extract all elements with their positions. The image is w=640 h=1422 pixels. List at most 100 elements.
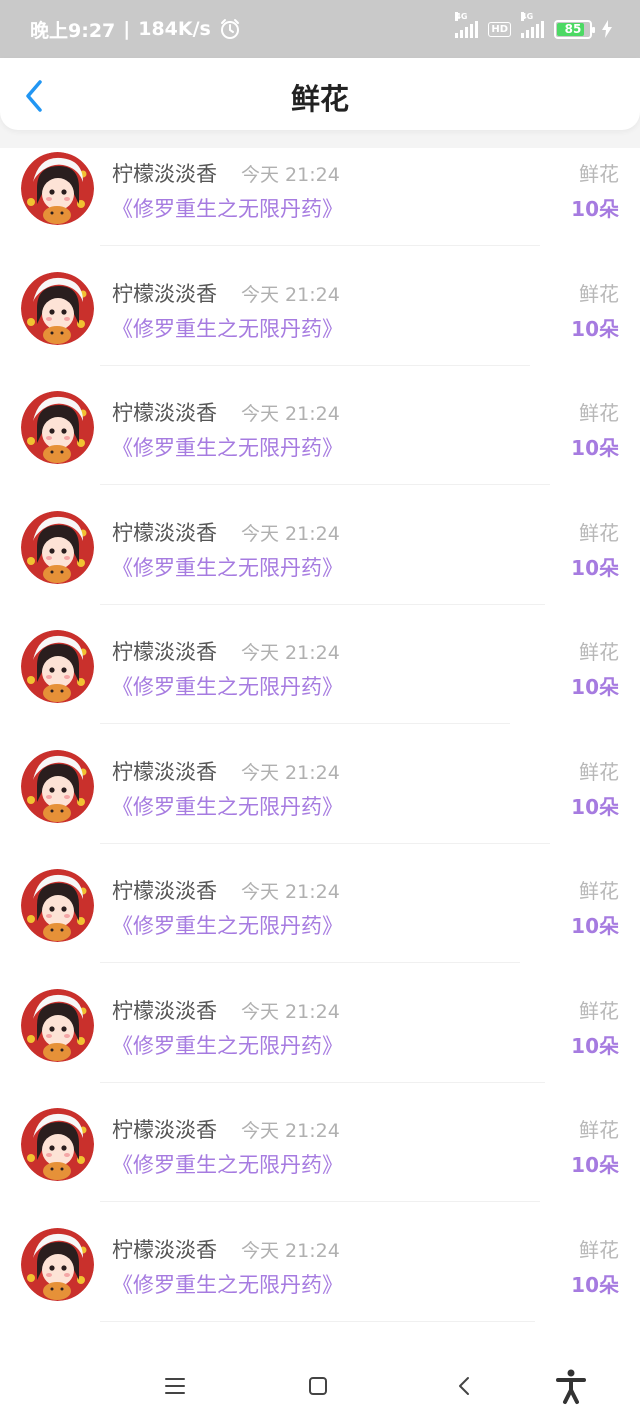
gift-list-item[interactable]: 柠檬淡淡香 今天 21:24 《修罗重生之无限丹药》 鲜花 10朵	[0, 1224, 640, 1344]
sender-name: 柠檬淡淡香	[112, 759, 217, 784]
avatar[interactable]	[21, 630, 94, 703]
avatar-image	[21, 510, 94, 584]
book-title-link[interactable]: 《修罗重生之无限丹药》	[112, 193, 343, 223]
sim2-label: 4G	[521, 12, 534, 21]
divider	[100, 245, 540, 246]
timestamp: 今天 21:24	[241, 1000, 340, 1023]
sender-name: 柠檬淡淡香	[112, 401, 217, 425]
signal-icon-2: 4G	[521, 12, 544, 38]
book-title-link[interactable]: 《修罗重生之无限丹药》	[112, 1030, 343, 1060]
avatar[interactable]	[21, 749, 94, 823]
timestamp: 今天 21:24	[241, 1239, 340, 1262]
menu-icon	[165, 1378, 185, 1394]
gift-type: 鲜花	[579, 162, 619, 186]
avatar-image	[21, 630, 94, 703]
divider	[100, 1081, 545, 1083]
gift-list-item[interactable]: 柠檬淡淡香 今天 21:24 《修罗重生之无限丹药》 鲜花 10朵	[0, 746, 640, 866]
battery-level: 85	[564, 22, 582, 36]
sender-name: 柠檬淡淡香	[112, 879, 217, 903]
system-nav-bar	[0, 1352, 640, 1422]
app-header: 鲜花	[0, 58, 640, 130]
gift-type: 鲜花	[579, 1237, 619, 1262]
back-icon	[459, 1377, 469, 1395]
book-title-link[interactable]: 《修罗重生之无限丹药》	[112, 910, 343, 940]
hd-icon: HD	[488, 21, 511, 37]
avatar-image	[21, 271, 94, 345]
gift-type: 鲜花	[579, 759, 619, 784]
timestamp: 今天 21:24	[241, 881, 340, 903]
home-square-icon	[309, 1377, 327, 1395]
avatar[interactable]	[21, 869, 94, 942]
status-right: 4G HD 4G 85	[455, 12, 612, 39]
gift-list-item[interactable]: 柠檬淡淡香 今天 21:24 《修罗重生之无限丹药》 鲜花 10朵	[0, 985, 640, 1105]
signal-icon: 4G	[455, 12, 479, 38]
gift-count: 10朵	[571, 1153, 619, 1177]
charging-icon	[602, 20, 612, 38]
home-button[interactable]	[298, 1366, 338, 1406]
avatar[interactable]	[21, 271, 94, 345]
gift-list: 柠檬淡淡香 今天 21:24 《修罗重生之无限丹药》 鲜花 10朵 柠檬淡淡香 …	[0, 148, 640, 1343]
gift-list-item[interactable]: 柠檬淡淡香 今天 21:24 《修罗重生之无限丹药》 鲜花 10朵	[0, 268, 640, 388]
book-title-link[interactable]: 《修罗重生之无限丹药》	[112, 313, 343, 343]
gift-count: 10朵	[571, 316, 619, 341]
book-title-link[interactable]: 《修罗重生之无限丹药》	[112, 1269, 343, 1299]
book-title-link[interactable]: 《修罗重生之无限丹药》	[112, 791, 343, 821]
sender-name: 柠檬淡淡香	[112, 1237, 217, 1262]
gift-list-item[interactable]: 柠檬淡淡香 今天 21:24 《修罗重生之无限丹药》 鲜花 10朵	[0, 1104, 640, 1224]
divider	[100, 723, 510, 724]
avatar[interactable]	[21, 391, 94, 464]
battery-icon: 85	[554, 19, 595, 39]
avatar[interactable]	[21, 1108, 94, 1181]
book-title-link[interactable]: 《修罗重生之无限丹药》	[112, 671, 343, 701]
gift-type: 鲜花	[579, 401, 619, 425]
sender-name: 柠檬淡淡香	[112, 640, 217, 664]
gift-type: 鲜花	[579, 281, 619, 306]
divider	[100, 1201, 540, 1202]
timestamp: 今天 21:24	[241, 164, 340, 186]
gift-count: 10朵	[571, 794, 619, 819]
avatar-image	[21, 391, 94, 464]
avatar[interactable]	[21, 988, 94, 1062]
avatar-image	[21, 152, 94, 225]
divider	[100, 1320, 535, 1322]
network-speed: 184K/s	[138, 18, 211, 40]
book-title-link[interactable]: 《修罗重生之无限丹药》	[112, 432, 343, 462]
gift-list-item[interactable]: 柠檬淡淡香 今天 21:24 《修罗重生之无限丹药》 鲜花 10朵	[0, 507, 640, 627]
sim1-label: 4G	[455, 12, 468, 21]
header-wrap: 鲜花	[0, 58, 640, 148]
menu-button[interactable]	[155, 1366, 195, 1406]
avatar[interactable]	[21, 152, 94, 225]
divider	[100, 603, 545, 605]
book-title-link[interactable]: 《修罗重生之无限丹药》	[112, 1149, 343, 1179]
gift-type: 鲜花	[579, 640, 619, 664]
accessibility-icon	[556, 1369, 586, 1404]
avatar-image	[21, 988, 94, 1062]
gift-list-item[interactable]: 柠檬淡淡香 今天 21:24 《修罗重生之无限丹药》 鲜花 10朵	[0, 626, 640, 746]
gift-type: 鲜花	[579, 879, 619, 903]
gift-list-item[interactable]: 柠檬淡淡香 今天 21:24 《修罗重生之无限丹药》 鲜花 10朵	[0, 148, 640, 268]
clock-text: 晚上9:27	[30, 19, 116, 42]
divider	[100, 842, 550, 844]
gift-list-item[interactable]: 柠檬淡淡香 今天 21:24 《修罗重生之无限丹药》 鲜花 10朵	[0, 387, 640, 507]
gift-type: 鲜花	[579, 1118, 619, 1142]
gift-count: 10朵	[571, 436, 619, 460]
gift-list-item[interactable]: 柠檬淡淡香 今天 21:24 《修罗重生之无限丹药》 鲜花 10朵	[0, 865, 640, 985]
gift-type: 鲜花	[579, 998, 619, 1023]
page-title: 鲜花	[290, 82, 349, 116]
avatar[interactable]	[21, 510, 94, 584]
avatar-image	[21, 1108, 94, 1181]
timestamp: 今天 21:24	[241, 642, 340, 664]
avatar-image	[21, 749, 94, 823]
timestamp: 今天 21:24	[241, 761, 340, 784]
timestamp: 今天 21:24	[241, 403, 340, 425]
gift-count: 10朵	[571, 1033, 619, 1058]
gift-count: 10朵	[571, 197, 619, 221]
divider	[100, 484, 550, 485]
avatar[interactable]	[21, 1227, 94, 1301]
nav-back-button[interactable]	[444, 1366, 484, 1406]
gift-count: 10朵	[571, 555, 619, 580]
timestamp: 今天 21:24	[241, 283, 340, 306]
book-title-link[interactable]: 《修罗重生之无限丹药》	[112, 552, 343, 582]
accessibility-button[interactable]	[551, 1366, 591, 1406]
divider	[100, 364, 530, 366]
